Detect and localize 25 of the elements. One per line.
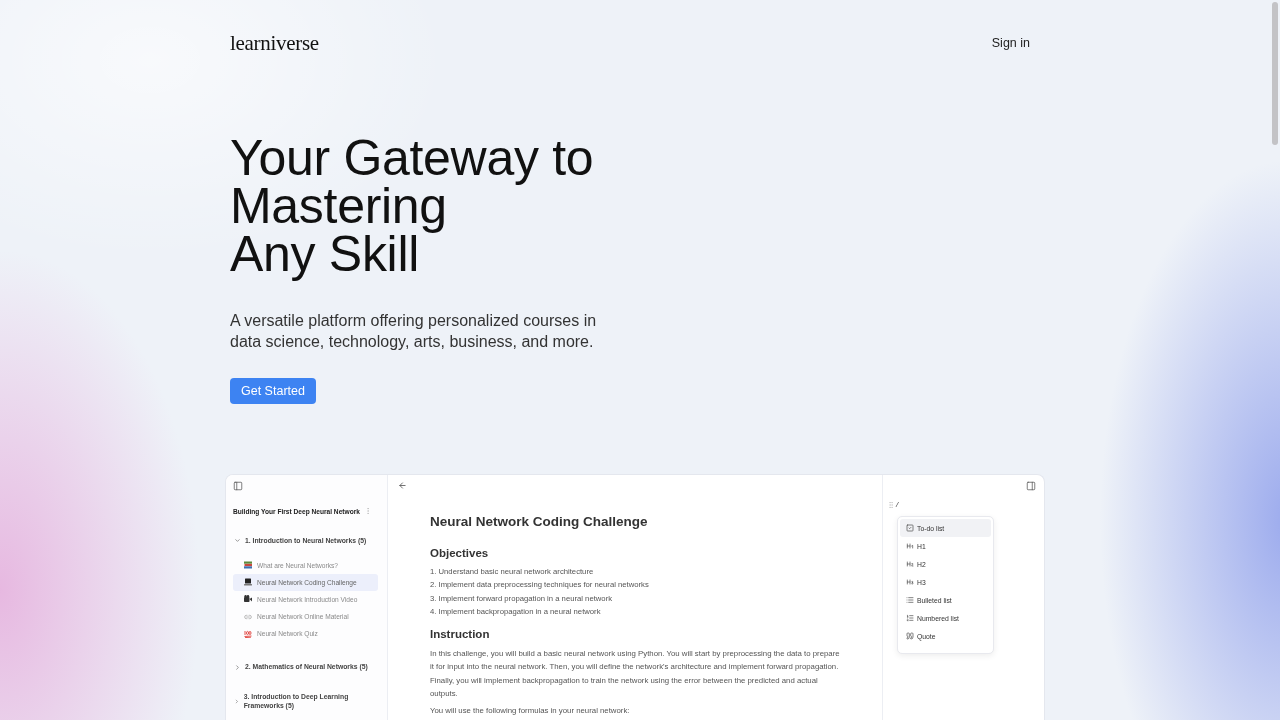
sign-in-link[interactable]: Sign in — [991, 36, 1030, 50]
drag-handle-icon[interactable] — [887, 501, 895, 509]
section-heading: Objectives — [430, 547, 489, 559]
video-camera-icon — [244, 595, 252, 604]
link-icon — [244, 612, 252, 621]
hundred-points-icon — [244, 629, 252, 638]
books-icon — [244, 561, 252, 570]
back-arrow-icon[interactable] — [398, 481, 407, 490]
bulleted-list-icon — [906, 596, 914, 604]
checkbox-icon — [906, 524, 914, 532]
heading-one-icon — [906, 542, 914, 550]
sidebar-toggle-icon[interactable] — [233, 481, 243, 491]
heading-two-icon — [906, 560, 914, 568]
logo[interactable]: learniverse — [230, 30, 319, 56]
get-started-button[interactable]: Get Started — [230, 378, 316, 404]
numbered-list-icon — [906, 614, 914, 622]
heading-three-icon — [906, 578, 914, 586]
document-title: Neural Network Coding Challenge — [430, 514, 648, 529]
hero-subtitle: A versatile platform offering personalized courses in data science, technology, arts, business, and more. — [230, 311, 598, 352]
section-heading: Instruction — [430, 627, 490, 640]
editor-block-input[interactable]: / — [896, 500, 956, 510]
quote-icon — [906, 632, 914, 640]
panel-toggle-icon[interactable] — [1026, 481, 1036, 491]
laptop-icon — [244, 578, 252, 587]
scrollbar-thumb[interactable] — [1272, 2, 1278, 145]
